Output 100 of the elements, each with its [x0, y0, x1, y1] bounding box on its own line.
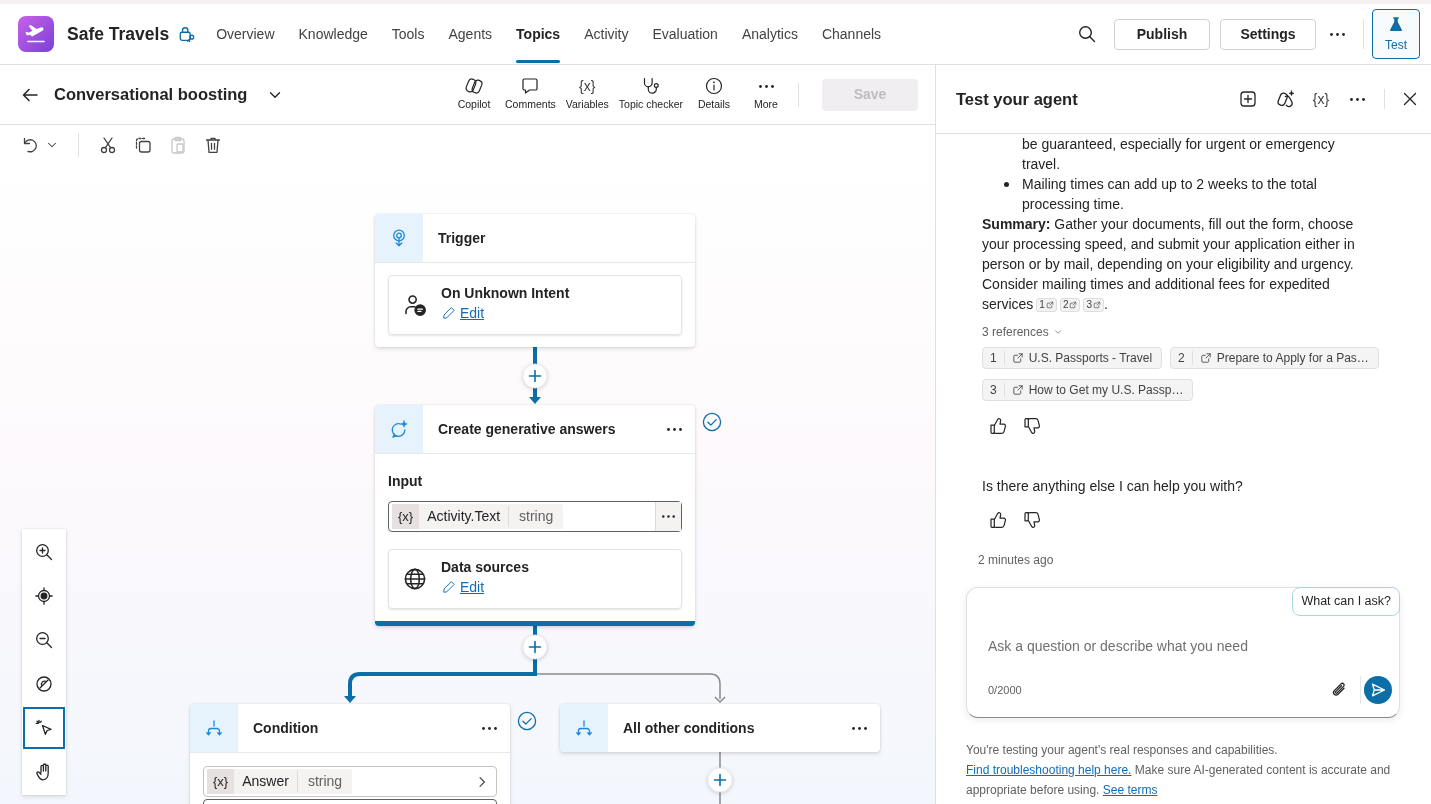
more-icon — [758, 84, 774, 88]
nav-tab[interactable]: Overview — [204, 4, 287, 64]
help-link[interactable]: Find troubleshooting help here. — [966, 763, 1132, 777]
suggestion-button[interactable]: What can I ask? — [1292, 587, 1400, 616]
flow-node[interactable]: Trigger On Unknown Intent Edit — [375, 214, 695, 347]
toolbar-button[interactable]: Comments — [500, 76, 561, 113]
variable-chip[interactable]: {x} Answer string — [207, 769, 353, 794]
search-icon[interactable] — [1077, 24, 1097, 44]
toolbar-button[interactable]: More — [740, 76, 792, 113]
more-icon[interactable] — [662, 515, 675, 518]
reference-chip[interactable]: 2 Prepare to Apply for a Pas… — [1170, 347, 1379, 369]
person-chat-icon — [403, 293, 427, 317]
more-icon[interactable] — [1350, 97, 1365, 101]
send-icon[interactable] — [1364, 676, 1392, 704]
nav-tab[interactable]: Analytics — [729, 4, 810, 64]
toolbar-button[interactable]: Details — [688, 76, 740, 113]
step-title: Data sources — [441, 558, 529, 577]
thumbs-down-icon[interactable] — [1022, 416, 1042, 436]
nav-tab[interactable]: Agents — [436, 4, 505, 64]
more-icon[interactable] — [852, 726, 867, 730]
pencil-icon — [441, 305, 457, 321]
header-button[interactable]: Settings — [1220, 18, 1316, 50]
external-link-icon — [1069, 301, 1078, 309]
cursor-icon — [34, 718, 54, 738]
trash-icon[interactable] — [203, 135, 223, 155]
external-link-icon — [1011, 352, 1024, 364]
field-label: Input — [388, 472, 424, 491]
test-button[interactable]: Test — [1372, 9, 1420, 59]
nav-tab[interactable]: Activity — [572, 4, 641, 64]
more-icon[interactable] — [1330, 32, 1345, 36]
step-title: On Unknown Intent — [441, 284, 570, 303]
external-link-icon — [1045, 301, 1054, 309]
slash-circle-icon — [34, 674, 54, 694]
lock-key-icon[interactable] — [178, 25, 197, 43]
branch-icon — [560, 704, 608, 752]
overlapping-shapes-icon — [464, 76, 485, 97]
sparkle-shapes-icon[interactable] — [1276, 89, 1296, 109]
variable-chip[interactable]: {x} Activity.Text string — [392, 504, 564, 529]
answer-text: Is there anything else I can help you with? — [982, 477, 1244, 496]
nav-tab[interactable]: Knowledge — [286, 4, 380, 64]
help-link[interactable]: See terms — [1102, 783, 1158, 797]
chevron-icon — [1052, 327, 1063, 337]
node-title: Create generative answers — [438, 419, 617, 439]
citation-chip[interactable]: 1 — [1036, 298, 1057, 312]
answer-text: be guaranteed, especially for urgent or emergency travel. — [1022, 135, 1336, 174]
flow-node[interactable]: All other conditions — [560, 704, 880, 752]
chat-sparkle-icon — [375, 405, 423, 453]
pencil-icon — [441, 579, 457, 595]
more-icon[interactable] — [667, 427, 682, 431]
plus-circle-icon[interactable] — [522, 634, 548, 660]
airplane-logo-icon — [18, 16, 54, 52]
target-icon — [34, 586, 54, 606]
toolbar-button[interactable]: Topic checker — [613, 76, 688, 113]
plus-square-icon[interactable] — [1238, 89, 1258, 109]
globe-icon — [403, 567, 427, 591]
variables-button[interactable]: {x} — [1307, 85, 1335, 113]
thumbs-up-icon[interactable] — [988, 416, 1008, 436]
edit-link[interactable]: Edit — [441, 303, 485, 323]
app-title: Safe Travels — [67, 22, 170, 46]
answer-text: Mailing times can add up to 2 weeks to the total processing time. — [1022, 175, 1318, 214]
node-title: Condition — [253, 718, 320, 738]
disclaimer-text: You're testing your agent's real responses and capabilities. Find troubleshooting help here. Make sure AI-generated content is accurate and appropriate before using. See terms — [965, 742, 1392, 799]
node-title: All other conditions — [623, 718, 756, 738]
flow-node[interactable]: Condition {x} Answer string — [190, 704, 510, 804]
reference-chip[interactable]: 3 How to Get my U.S. Passp… — [982, 379, 1194, 401]
zoom-out-icon — [34, 630, 54, 650]
thumbs-down-icon[interactable] — [1022, 510, 1042, 530]
scissors-icon[interactable] — [98, 135, 118, 155]
timestamp: 2 minutes ago — [978, 552, 1055, 569]
character-counter: 0/2000 — [988, 682, 1023, 698]
plus-circle-icon[interactable] — [522, 363, 548, 389]
toolbar-button[interactable]: {x} Variables — [560, 76, 614, 113]
flask-icon — [1387, 14, 1405, 33]
header-button[interactable]: Publish — [1114, 18, 1210, 50]
variable-field[interactable]: {x} Answer string — [203, 766, 497, 797]
info-icon — [704, 76, 724, 97]
message-input[interactable]: Ask a question or describe what you need — [988, 632, 1328, 660]
external-link-icon — [1093, 301, 1102, 309]
edit-link[interactable]: Edit — [441, 577, 485, 597]
nav-tab[interactable]: Channels — [809, 4, 894, 64]
panel-title: Test your agent — [956, 88, 1078, 110]
branch-icon — [190, 704, 238, 752]
answer-text: Summary: Gather your documents, fill out the form, choose your processing speed, and submit your application either in person or by mail, depending on your eligibility and urgency. Consider mailing times and additional fees for expedited services 1 2 3 . — [982, 215, 1356, 314]
thumbs-up-icon[interactable] — [988, 510, 1008, 530]
references-toggle[interactable]: 3 references — [982, 322, 1063, 342]
plus-circle-icon[interactable] — [707, 767, 733, 793]
nav-tab[interactable]: Topics — [504, 4, 573, 64]
external-link-icon — [1011, 384, 1024, 396]
zoom-in-icon — [34, 542, 54, 562]
nav-tab[interactable]: Evaluation — [640, 4, 730, 64]
citation-chip[interactable]: 3 — [1083, 298, 1105, 312]
nav-tab[interactable]: Tools — [379, 4, 437, 64]
reference-chip[interactable]: 1 U.S. Passports - Travel — [982, 347, 1163, 369]
flow-node[interactable]: Create generative answers Input {x} Activity.Text string Data sources Edit — [375, 405, 695, 626]
bullet-icon — [1004, 182, 1009, 187]
copy-icon[interactable] — [133, 135, 153, 155]
variable-field[interactable]: {x} Activity.Text string — [388, 501, 682, 532]
citation-chip[interactable]: 2 — [1059, 298, 1081, 312]
toolbar-button[interactable]: Copilot — [448, 76, 501, 113]
more-icon[interactable] — [482, 726, 497, 730]
